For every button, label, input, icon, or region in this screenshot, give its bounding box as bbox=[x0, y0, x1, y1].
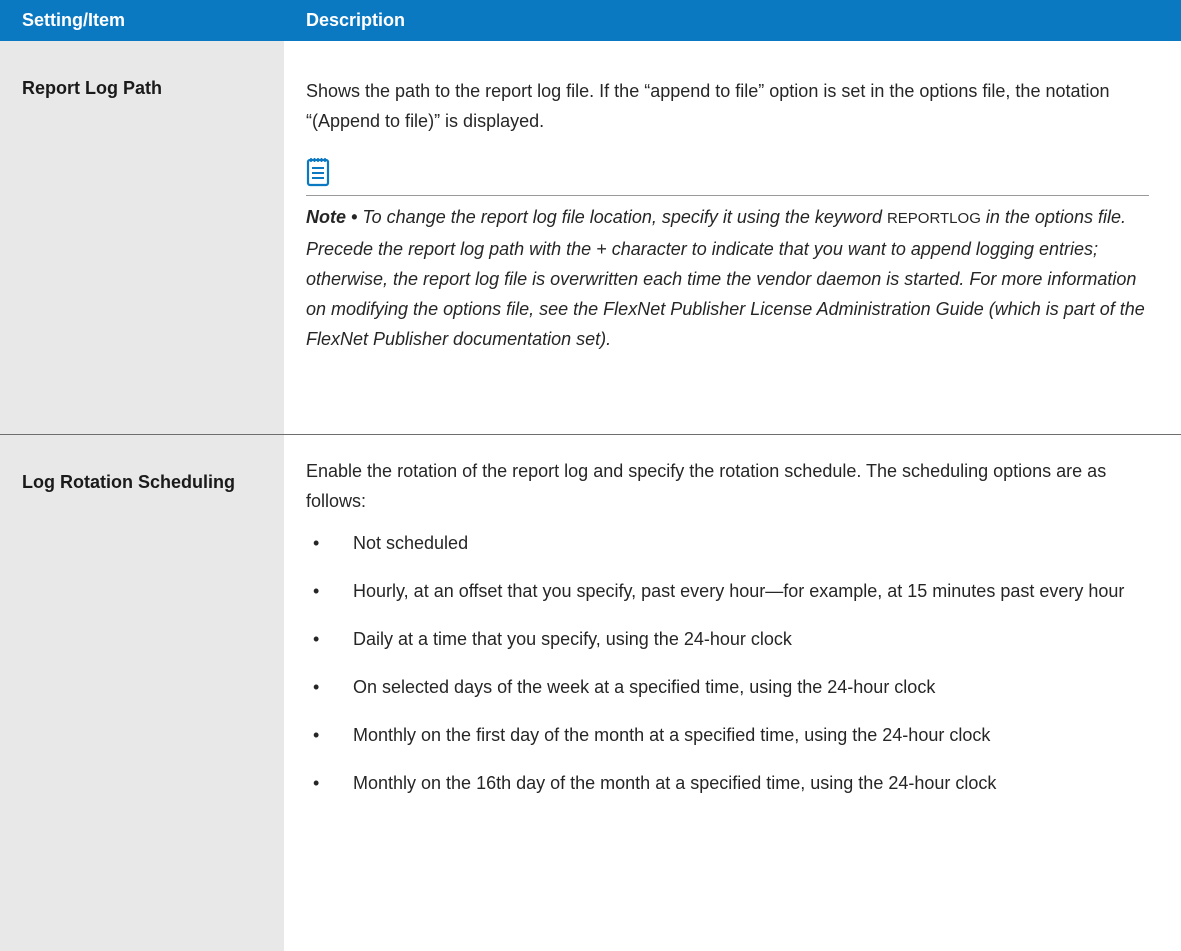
list-item: • Monthly on the 16th day of the month at… bbox=[306, 768, 1155, 798]
header-description: Description bbox=[306, 10, 406, 30]
scheduling-options-list: • Not scheduled • Hourly, at an offset tha… bbox=[306, 528, 1155, 798]
keyword-code: REPORTLOG bbox=[886, 210, 981, 227]
note-text-before: To change the report log file location, … bbox=[357, 207, 887, 227]
bullet-icon: • bbox=[313, 533, 320, 553]
note-text: Note • To change the report log file loc… bbox=[306, 202, 1155, 354]
description-text: Shows the path to the report log file. I… bbox=[306, 81, 1110, 131]
note-text-after: in the options file. Precede the report … bbox=[306, 207, 1145, 349]
description-text: Enable the rotation of the report log an… bbox=[306, 461, 1107, 511]
list-item-text: Daily at a time that you specify, using … bbox=[353, 629, 792, 649]
bullet-icon: • bbox=[313, 629, 320, 649]
list-item-text: Not scheduled bbox=[353, 533, 469, 553]
setting-name: Log Rotation Scheduling bbox=[0, 435, 284, 951]
bullet-icon: • bbox=[313, 773, 320, 793]
header-setting-item: Setting/Item bbox=[22, 10, 126, 30]
setting-description: Enable the rotation of the report log an… bbox=[284, 435, 1181, 951]
list-item-text: Hourly, at an offset that you specify, p… bbox=[353, 581, 1125, 601]
note-label: Note • bbox=[306, 207, 358, 227]
list-item-text: On selected days of the week at a specif… bbox=[353, 677, 936, 697]
table-header: Setting/Item Description bbox=[0, 0, 1181, 41]
list-item: • Not scheduled bbox=[306, 528, 1155, 558]
list-item-text: Monthly on the first day of the month at… bbox=[353, 725, 991, 745]
list-item: • On selected days of the week at a speci… bbox=[306, 672, 1155, 702]
bullet-icon: • bbox=[313, 725, 320, 745]
list-item-text: Monthly on the 16th day of the month at … bbox=[353, 773, 997, 793]
table-row-report-log-path: Report Log Path Shows the path to the re… bbox=[0, 41, 1181, 435]
note-divider bbox=[306, 195, 1149, 196]
setting-name: Report Log Path bbox=[0, 41, 284, 434]
settings-table: Setting/Item Description Report Log Path… bbox=[0, 0, 1181, 951]
list-item: • Monthly on the first day of the month a… bbox=[306, 720, 1155, 750]
list-item: • Hourly, at an offset that you specify, … bbox=[306, 576, 1155, 606]
bullet-icon: • bbox=[313, 581, 320, 601]
bullet-icon: • bbox=[313, 677, 320, 697]
table-row-log-rotation-scheduling: Log Rotation Scheduling Enable the rotat… bbox=[0, 435, 1181, 951]
setting-description: Shows the path to the report log file. I… bbox=[284, 41, 1181, 434]
notepad-icon bbox=[306, 156, 336, 190]
list-item: • Daily at a time that you specify, using… bbox=[306, 624, 1155, 654]
